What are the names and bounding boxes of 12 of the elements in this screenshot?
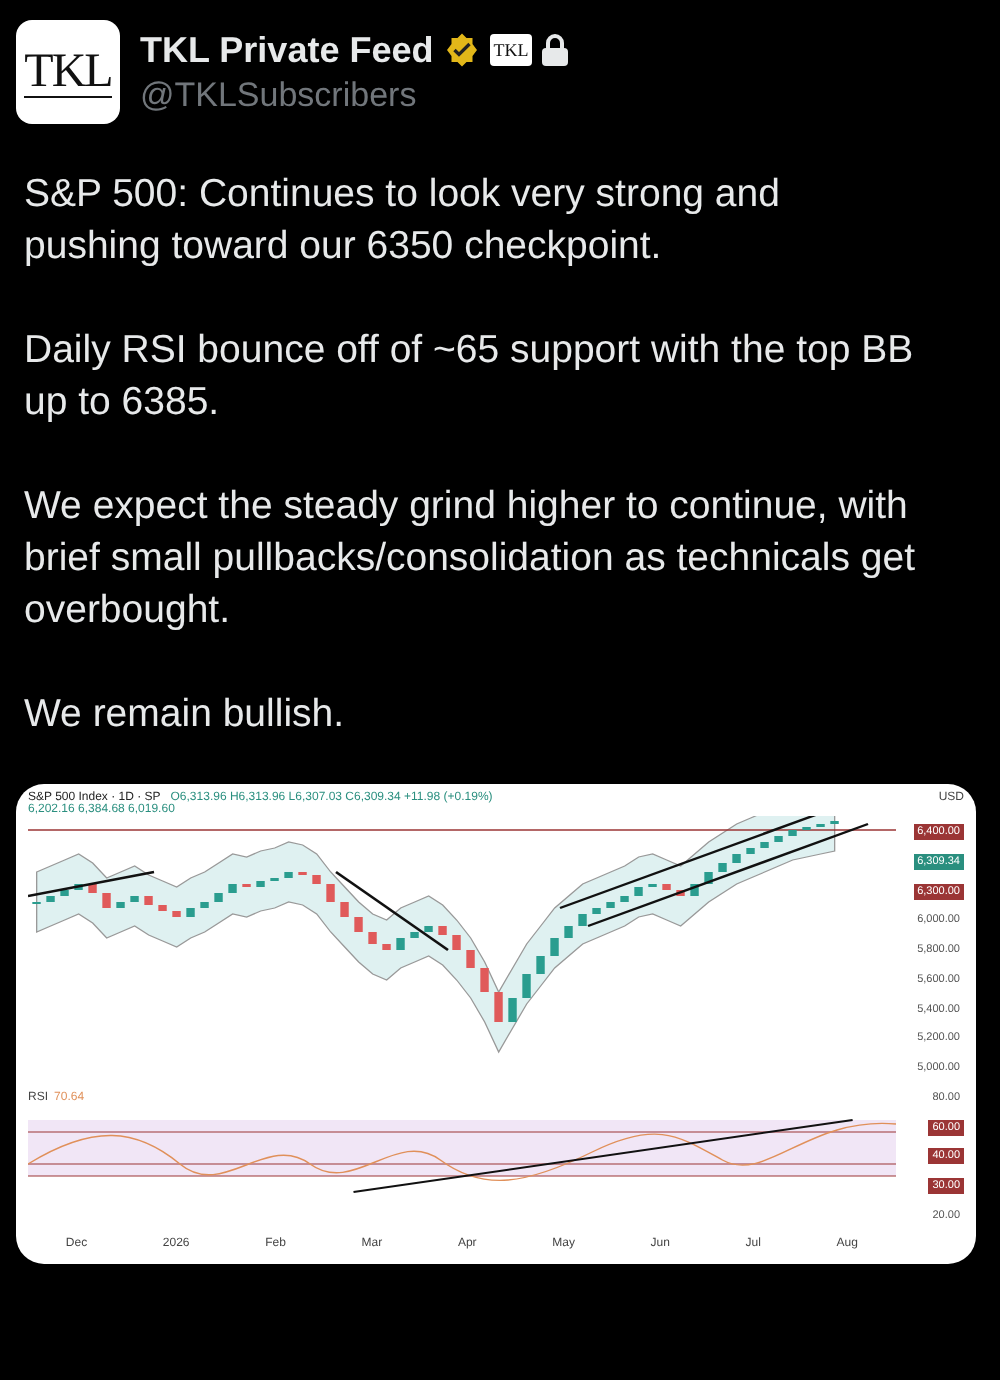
chart-screenshot[interactable] [16, 784, 976, 1264]
avatar-logo-text: TKL [24, 47, 112, 97]
trend-line [335, 870, 449, 952]
author-name: TKL Private Feed [140, 29, 434, 71]
post-paragraph: S&P 500: Continues to look very strong and pushing toward our 6350 checkpoint. [24, 170, 782, 272]
post-paragraph: We expect the steady grind higher to continue, with brief small pullbacks/consolidation as technicals get overbought. [24, 482, 917, 636]
trend-line [28, 870, 155, 898]
affiliate-badge: TKL [489, 34, 533, 66]
author-handle: @TKLSubscribers [140, 75, 419, 115]
avatar[interactable]: TKL [16, 20, 120, 124]
post-paragraph: We remain bullish. [24, 690, 347, 740]
post-paragraph: Daily RSI bounce off of ~65 support with the top BB up to 6385. [24, 326, 916, 428]
